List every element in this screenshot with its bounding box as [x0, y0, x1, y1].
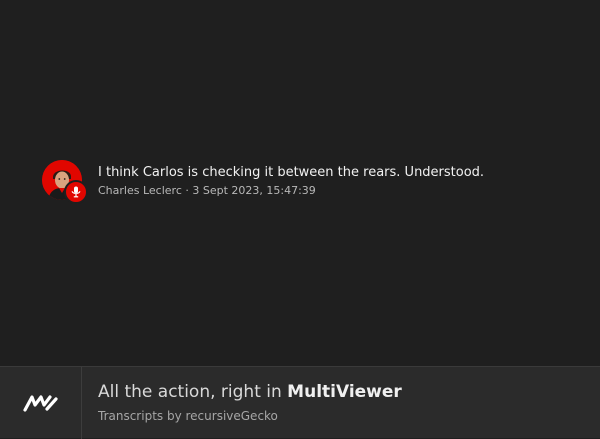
radio-message: I think Carlos is checking it between th… — [42, 160, 484, 204]
multiviewer-logo-icon[interactable] — [0, 366, 82, 439]
footer-tagline: All the action, right in MultiViewer — [98, 381, 402, 403]
avatar-container — [42, 160, 88, 204]
tagline-prefix: All the action, right in — [98, 382, 288, 402]
message-body: I think Carlos is checking it between th… — [98, 164, 484, 198]
transcript-area: I think Carlos is checking it between th… — [0, 0, 600, 366]
footer-credit: Transcripts by recursiveGecko — [98, 409, 278, 423]
tagline-brand[interactable]: MultiViewer — [287, 382, 402, 402]
message-meta: Charles Leclerc · 3 Sept 2023, 15:47:39 — [98, 184, 316, 197]
footer-text: All the action, right in MultiViewer Tra… — [98, 381, 402, 424]
message-text: I think Carlos is checking it between th… — [98, 165, 485, 180]
footer-banner[interactable]: All the action, right in MultiViewer Tra… — [0, 366, 600, 439]
microphone-icon — [64, 180, 88, 204]
